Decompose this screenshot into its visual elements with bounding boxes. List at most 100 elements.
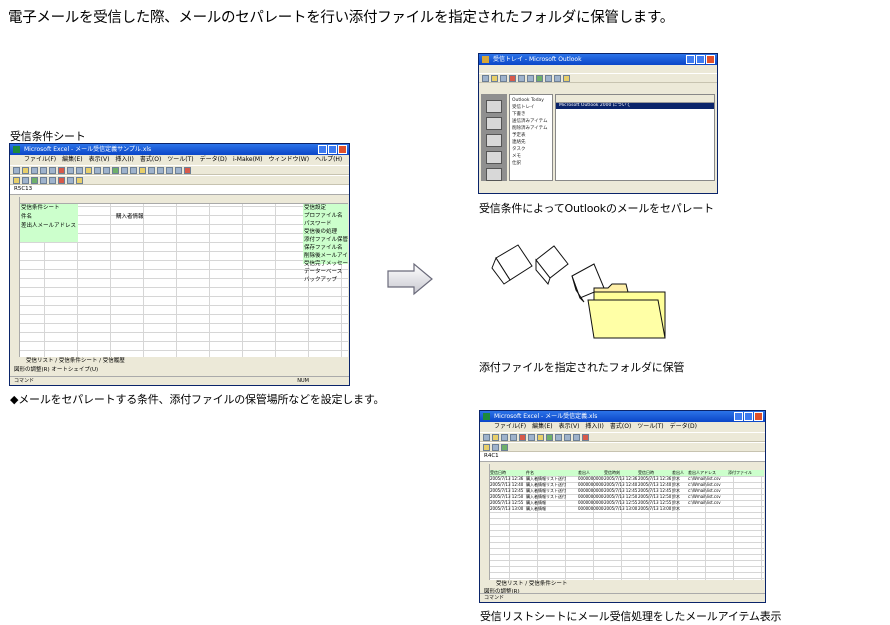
folder-item[interactable]: 連絡先 [512, 139, 550, 146]
maximize-icon[interactable] [696, 55, 705, 64]
drawing-adjust-button[interactable]: 図形の調整(R) [14, 367, 50, 373]
side-cell-3[interactable]: パスワード [304, 220, 332, 228]
folder-item[interactable]: 予定表 [512, 132, 550, 139]
address-book-icon[interactable] [563, 75, 570, 82]
bold-icon[interactable] [148, 167, 155, 174]
chart-icon[interactable] [564, 434, 571, 441]
menu-insert[interactable]: 挿入(I) [585, 422, 603, 432]
folder-item[interactable]: 下書き [512, 111, 550, 118]
new-icon[interactable] [483, 434, 490, 441]
table-cell[interactable]: 購入者情報 [526, 506, 578, 512]
print-icon[interactable] [40, 167, 47, 174]
side-cell-2[interactable]: プロファイル名 [304, 212, 343, 220]
format-icon[interactable] [492, 444, 499, 451]
new-icon[interactable] [13, 167, 20, 174]
menu-tools[interactable]: ツール(T) [637, 422, 663, 432]
tab-receive-list[interactable]: 受信リスト [26, 358, 54, 364]
table-cell[interactable]: 2005/7/13 13:00 [638, 506, 672, 512]
table-cell[interactable]: 2005/7/13 13:00 [490, 506, 526, 512]
folder-item[interactable]: タスク [512, 146, 550, 153]
sheet-header-cell[interactable]: 受信条件シート [21, 204, 60, 212]
maximize-icon[interactable] [744, 412, 753, 421]
menu-edit[interactable]: 編集(E) [62, 155, 82, 165]
save-icon[interactable] [31, 167, 38, 174]
tab-receive-history[interactable]: 受信履歴 [103, 358, 125, 364]
calendar-icon[interactable] [486, 134, 502, 147]
macro-icon[interactable] [501, 444, 508, 451]
close-icon[interactable] [754, 412, 763, 421]
menu-imake[interactable]: i-Make(M) [233, 155, 263, 165]
name-box[interactable]: R5C13 [14, 186, 32, 192]
tab-receive-condition[interactable]: 受信条件シート [529, 581, 568, 587]
folder-item[interactable]: 受信トレイ [512, 104, 550, 111]
paste-icon[interactable] [537, 434, 544, 441]
menu-view[interactable]: 表示(V) [89, 155, 110, 165]
forward-icon[interactable] [536, 75, 543, 82]
outlook-today-icon[interactable] [486, 100, 502, 113]
delete-icon[interactable] [509, 75, 516, 82]
wrap-icon[interactable] [40, 177, 47, 184]
folder-item[interactable]: 送信済みアイテム [512, 118, 550, 125]
border-icon[interactable] [58, 177, 65, 184]
close-icon[interactable] [706, 55, 715, 64]
undo-icon[interactable] [94, 167, 101, 174]
preview-icon[interactable] [49, 167, 56, 174]
buyer-info-cell[interactable]: 購入者情報 [116, 213, 144, 221]
find-icon[interactable] [554, 75, 561, 82]
menu-file[interactable]: ファイル(F) [494, 422, 526, 432]
menu-data[interactable]: データ(D) [670, 422, 697, 432]
side-cell-1[interactable]: 受信設定 [304, 204, 326, 212]
copy-icon[interactable] [76, 167, 83, 174]
menu-format[interactable]: 書式(O) [140, 155, 161, 165]
menu-data[interactable]: データ(D) [200, 155, 227, 165]
cut-icon[interactable] [67, 167, 74, 174]
maximize-icon[interactable] [328, 145, 337, 154]
sum-icon[interactable] [112, 167, 119, 174]
macro-icon[interactable] [31, 177, 38, 184]
format-icon[interactable] [22, 177, 29, 184]
side-cell-10[interactable]: バックアップ [304, 276, 337, 284]
menu-insert[interactable]: 挿入(I) [115, 155, 133, 165]
security-icon[interactable] [483, 444, 490, 451]
open-icon[interactable] [492, 434, 499, 441]
comma-icon[interactable] [76, 177, 83, 184]
print-icon[interactable] [510, 434, 517, 441]
side-cell-7[interactable]: 削除後メールアイテム [304, 252, 348, 260]
sender-address-cell[interactable]: 差出人メールアドレス [21, 222, 76, 230]
zoom-icon[interactable] [139, 167, 146, 174]
minimize-icon[interactable] [686, 55, 695, 64]
close-icon[interactable] [338, 145, 347, 154]
side-cell-5[interactable]: 添付ファイル保管先 [304, 236, 348, 244]
folder-item[interactable]: メモ [512, 153, 550, 160]
menu-help[interactable]: ヘルプ(H) [315, 155, 342, 165]
subject-cell[interactable]: 件名 [21, 213, 32, 221]
side-cell-9[interactable]: データーベース [304, 268, 342, 276]
font-color-icon[interactable] [582, 434, 589, 441]
menu-tools[interactable]: ツール(T) [167, 155, 193, 165]
reply-icon[interactable] [518, 75, 525, 82]
minimize-icon[interactable] [318, 145, 327, 154]
italic-icon[interactable] [157, 167, 164, 174]
save-icon[interactable] [501, 434, 508, 441]
spell-icon[interactable] [58, 167, 65, 174]
selected-message-row[interactable]: Microsoft Outlook 2000 について [556, 103, 714, 109]
contacts-icon[interactable] [486, 151, 502, 164]
security-icon[interactable] [13, 177, 20, 184]
fill-icon[interactable] [67, 177, 74, 184]
merge-icon[interactable] [49, 177, 56, 184]
menu-edit[interactable]: 編集(E) [532, 422, 552, 432]
table-cell[interactable]: 00000000000 [578, 506, 604, 512]
align-icon[interactable] [175, 167, 182, 174]
cut-icon[interactable] [528, 434, 535, 441]
side-cell-8[interactable]: 受信完了メッセージ [304, 260, 348, 268]
table-cell[interactable] [688, 506, 728, 512]
table-cell[interactable]: 2005/7/13 13:00 [604, 506, 638, 512]
chart-icon[interactable] [130, 167, 137, 174]
tab-receive-list[interactable]: 受信リスト [496, 581, 524, 587]
menu-file[interactable]: ファイル(F) [24, 155, 56, 165]
reply-all-icon[interactable] [527, 75, 534, 82]
side-cell-4[interactable]: 受信後の処理 [304, 228, 337, 236]
font-color-icon[interactable] [184, 167, 191, 174]
send-receive-icon[interactable] [545, 75, 552, 82]
side-cell-6[interactable]: 保存ファイル名 [304, 244, 343, 252]
